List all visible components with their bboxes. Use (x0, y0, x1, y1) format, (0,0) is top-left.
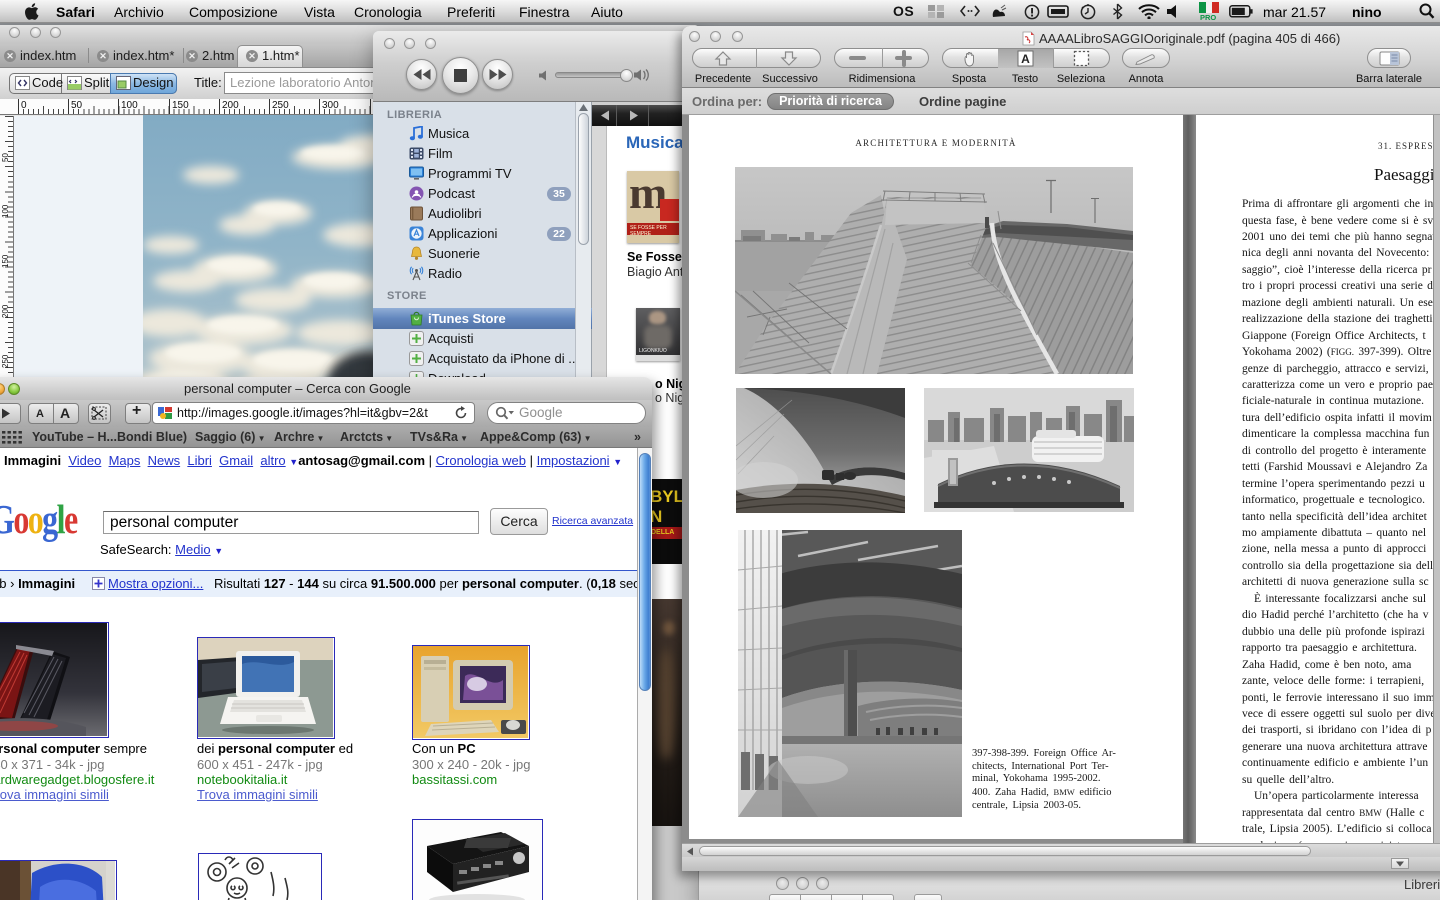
svg-text:A: A (1021, 52, 1030, 66)
